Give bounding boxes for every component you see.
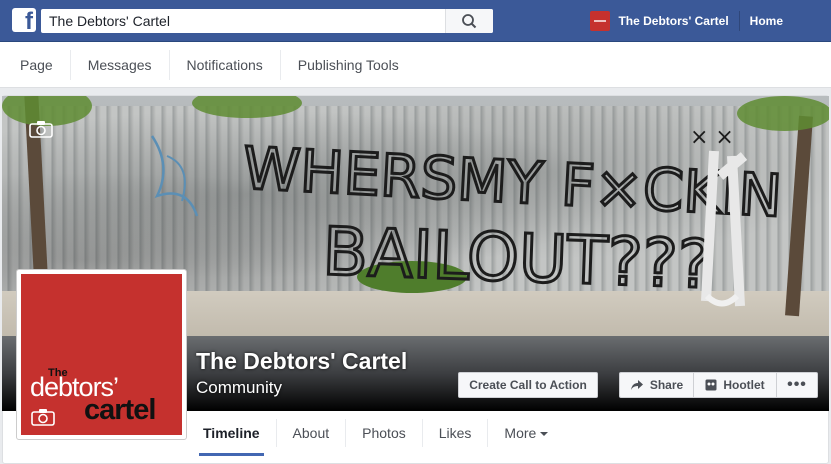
tab-about[interactable]: About (277, 419, 347, 447)
top-navigation-bar: f The Debtors' Cartel Home (0, 0, 831, 42)
subnav-notifications[interactable]: Notifications (170, 49, 281, 80)
svg-text:× ×: × × (690, 125, 734, 150)
subnav-publishing-tools[interactable]: Publishing Tools (281, 50, 416, 80)
profile-picture[interactable]: The debtors’ cartel (16, 269, 187, 440)
tab-more-label: More (504, 425, 537, 441)
share-button[interactable]: Share (619, 372, 694, 398)
camera-icon[interactable] (31, 408, 55, 426)
tab-more[interactable]: More (488, 419, 564, 447)
page-category[interactable]: Community (196, 378, 282, 398)
debtors-cartel-logo: The debtors’ cartel (21, 274, 182, 435)
hootlet-icon (705, 379, 717, 391)
subnav-messages[interactable]: Messages (71, 49, 170, 80)
search-box (41, 9, 493, 33)
more-options-button[interactable]: ••• (776, 372, 818, 398)
home-link[interactable]: Home (740, 11, 831, 31)
top-right-links: The Debtors' Cartel Home (590, 0, 831, 42)
caret-down-icon (540, 432, 549, 437)
hootlet-button[interactable]: Hootlet (693, 372, 777, 398)
camera-icon[interactable] (29, 120, 53, 138)
create-call-to-action-button[interactable]: Create Call to Action (458, 372, 598, 398)
page-profile-link[interactable]: The Debtors' Cartel (618, 11, 740, 31)
page-admin-nav: Page Messages Notifications Publishing T… (0, 42, 831, 88)
facebook-logo-icon[interactable]: f (12, 8, 36, 32)
tab-timeline[interactable]: Timeline (187, 419, 277, 456)
share-arrow-icon (630, 380, 643, 390)
subnav-page[interactable]: Page (0, 49, 71, 80)
tab-likes[interactable]: Likes (423, 419, 489, 447)
more-dots-icon: ••• (787, 376, 807, 393)
page-tabs: Timeline About Photos Likes More (187, 412, 564, 456)
page-avatar-icon[interactable] (590, 11, 611, 31)
svg-text:BAILOUT???: BAILOUT??? (321, 213, 713, 304)
hootlet-label: Hootlet (723, 378, 765, 392)
search-button[interactable] (445, 9, 493, 33)
search-input[interactable] (41, 9, 445, 33)
share-label: Share (649, 378, 684, 392)
search-icon (462, 14, 477, 29)
tab-photos[interactable]: Photos (346, 419, 423, 447)
page-title[interactable]: The Debtors' Cartel (196, 348, 407, 375)
